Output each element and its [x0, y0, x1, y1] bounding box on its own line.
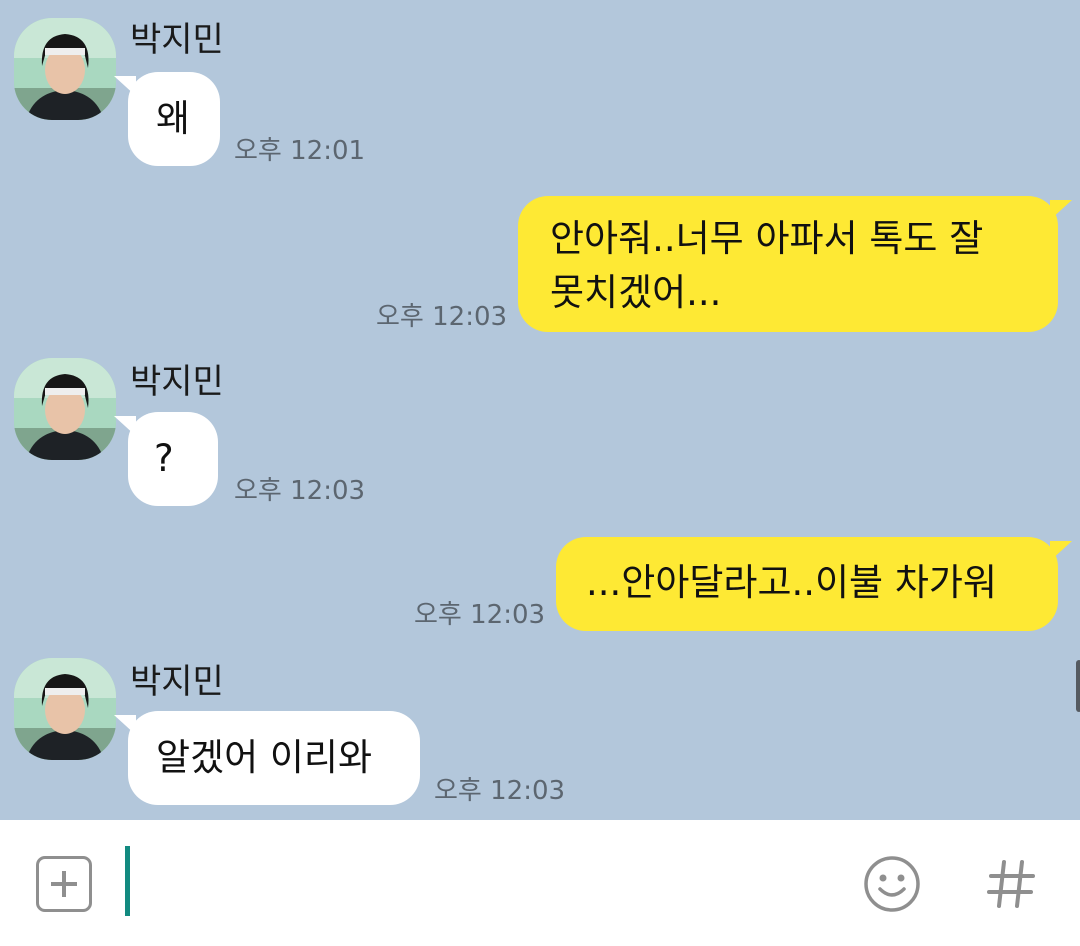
bubble-tail — [114, 715, 136, 735]
bubble-tail — [1050, 541, 1072, 561]
avatar[interactable] — [14, 18, 116, 120]
message-time: 오후 12:03 — [414, 600, 546, 630]
message-time: 오후 12:01 — [234, 136, 366, 166]
bubble-tail — [114, 416, 136, 436]
message-text-line: 못치겠어... — [550, 271, 722, 314]
message-bubble-outgoing[interactable]: ...안아달라고..이불 차가워 — [556, 537, 1072, 631]
sender-name: 박지민 — [130, 662, 224, 702]
sender-name: 박지민 — [130, 20, 224, 60]
message-bubble-incoming[interactable]: ? — [114, 412, 218, 506]
message-time: 오후 12:03 — [234, 476, 366, 506]
message-bubble-outgoing[interactable]: 안아줘..너무 아파서 톡도 잘 못치겠어... — [518, 196, 1072, 332]
text-cursor — [125, 846, 130, 916]
scroll-handle[interactable] — [1076, 660, 1080, 712]
bubble-tail — [114, 76, 136, 96]
message-time: 오후 12:03 — [376, 302, 508, 332]
chat-area[interactable]: 박지민 왜 오후 12:01 안아줘..너무 아파서 톡도 잘 못치겠어... … — [0, 0, 1080, 820]
message-bubble-incoming[interactable]: 알겠어 이리와 — [114, 711, 420, 805]
message-text: 알겠어 이리와 — [156, 736, 373, 779]
sender-name: 박지민 — [130, 362, 224, 402]
avatar[interactable] — [14, 658, 116, 760]
plus-vertical — [62, 871, 66, 897]
smiley-icon[interactable] — [862, 854, 922, 914]
avatar[interactable] — [14, 358, 116, 460]
message-text: ...안아달라고..이불 차가워 — [586, 561, 997, 604]
message-input[interactable] — [140, 846, 844, 918]
message-input-bar — [0, 820, 1080, 946]
hash-icon[interactable] — [984, 854, 1040, 914]
message-text-line: 안아줘..너무 아파서 톡도 잘 — [550, 217, 984, 260]
message-bubble-incoming[interactable]: 왜 — [114, 72, 220, 166]
message-text: 왜 — [156, 97, 191, 140]
message-time: 오후 12:03 — [434, 776, 566, 806]
message-text: ? — [154, 437, 174, 480]
plus-square-icon[interactable] — [36, 856, 92, 912]
bubble-tail — [1050, 200, 1072, 220]
